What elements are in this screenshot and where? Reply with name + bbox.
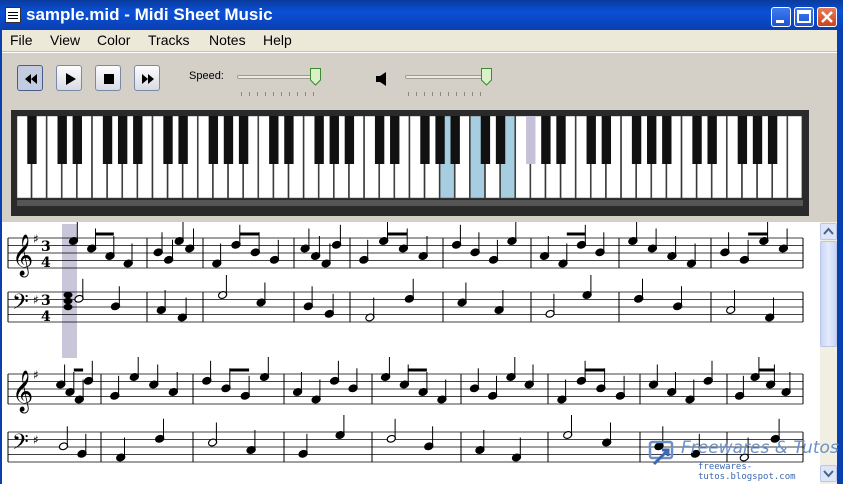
play-button[interactable] (56, 65, 82, 91)
piano-black-key (767, 116, 778, 164)
stop-button[interactable] (95, 65, 121, 91)
key-signature-sharp: ♯ (33, 232, 39, 246)
piano-black-key (102, 116, 113, 164)
piano-black-key (601, 116, 612, 164)
chord-note-head (63, 303, 73, 311)
piano-black-key (662, 116, 672, 164)
piano-black-key (737, 116, 748, 164)
piano-white-key (787, 116, 803, 199)
piano-base (17, 200, 803, 206)
piano-black-key (480, 116, 491, 164)
piano-keyboard (11, 110, 809, 216)
piano-black-key (208, 116, 219, 164)
close-button[interactable] (817, 7, 837, 27)
menu-color[interactable]: Color (97, 32, 130, 48)
key-signature-sharp: ♯ (33, 293, 39, 307)
speed-slider-ticks (241, 92, 314, 96)
piano-black-key (707, 116, 717, 164)
piano-black-key (495, 116, 506, 164)
stop-icon (104, 74, 114, 84)
menu-view[interactable]: View (50, 32, 80, 48)
piano-black-key (344, 116, 355, 164)
piano-black-key (647, 116, 657, 164)
bass-clef: 𝄢 (12, 290, 29, 320)
bass-clef: 𝄢 (12, 430, 29, 460)
piano-black-key (390, 116, 400, 164)
piano-black-key (117, 116, 128, 164)
piano-black-key (163, 116, 173, 164)
chord-note-head (63, 297, 73, 305)
minimize-icon (776, 20, 784, 23)
piano-panel (0, 103, 810, 220)
app-icon (5, 7, 21, 23)
app-window: sample.mid - Midi Sheet Music File View … (0, 0, 843, 484)
key-signature-sharp: ♯ (33, 433, 39, 447)
piano-black-key (541, 116, 551, 164)
time-signature-bottom: 4 (41, 255, 51, 271)
piano-black-key (72, 116, 82, 164)
window-title: sample.mid - Midi Sheet Music (26, 5, 273, 24)
menu-file[interactable]: File (10, 32, 33, 48)
rewind-icon (25, 74, 37, 84)
piano-black-key (27, 116, 37, 164)
time-signature-bottom: 4 (41, 309, 51, 325)
piano-black-key (420, 116, 430, 164)
chevron-up-icon (823, 227, 834, 235)
piano-black-key (133, 116, 143, 164)
piano-black-key (269, 116, 279, 164)
piano-black-key (374, 116, 385, 164)
title-bar: sample.mid - Midi Sheet Music (0, 0, 843, 30)
menu-tracks[interactable]: Tracks (148, 32, 189, 48)
menu-bar: File View Color Tracks Notes Help (0, 30, 843, 52)
watermark-title: Freewares & Tutos (681, 438, 839, 458)
piano-black-key (314, 116, 324, 164)
volume-slider-ticks (408, 92, 481, 96)
volume-icon (376, 72, 386, 86)
key-signature-sharp: ♯ (33, 368, 39, 382)
piano-black-key (57, 116, 67, 164)
speed-slider-thumb[interactable] (310, 68, 321, 86)
piano-black-key (631, 116, 642, 164)
watermark-url: freewares-tutos.blogspot.com (698, 462, 796, 482)
piano-black-key (238, 116, 249, 164)
fast-forward-icon (142, 74, 154, 84)
menu-notes[interactable]: Notes (209, 32, 246, 48)
volume-slider-track[interactable] (405, 75, 492, 79)
rewind-button[interactable] (17, 65, 43, 91)
fast-forward-button[interactable] (134, 65, 160, 91)
speed-label: Speed: (189, 70, 224, 82)
time-signature-top: 3 (41, 293, 51, 309)
window-border-right (837, 30, 843, 484)
piano-black-key (526, 116, 536, 164)
treble-clef: 𝄞 (12, 370, 33, 413)
scroll-up-button[interactable] (820, 223, 837, 240)
piano-black-key (450, 116, 460, 164)
play-icon (66, 73, 76, 85)
maximize-button[interactable] (794, 7, 814, 27)
volume-slider-thumb[interactable] (481, 68, 492, 86)
piano-black-key (178, 116, 188, 164)
menu-help[interactable]: Help (263, 32, 292, 48)
piano-black-key (692, 116, 702, 164)
chord-note-head (63, 291, 73, 299)
toolbar: Speed: (0, 52, 843, 103)
speed-slider-track[interactable] (237, 75, 320, 79)
piano-black-key (556, 116, 566, 164)
window-border-left (0, 30, 2, 484)
treble-clef: 𝄞 (12, 234, 33, 277)
watermark-logo-icon (648, 440, 674, 466)
minimize-button[interactable] (771, 7, 791, 27)
piano-black-key (329, 116, 339, 164)
close-icon (821, 11, 833, 23)
piano-black-key (223, 116, 234, 164)
scroll-thumb[interactable] (820, 241, 837, 347)
piano-black-key (284, 116, 294, 164)
time-signature-top: 3 (41, 239, 51, 255)
piano-black-key (586, 116, 596, 164)
piano-keys (17, 116, 803, 206)
maximize-icon (797, 10, 811, 23)
piano-black-key (752, 116, 763, 164)
piano-black-key (435, 116, 445, 164)
